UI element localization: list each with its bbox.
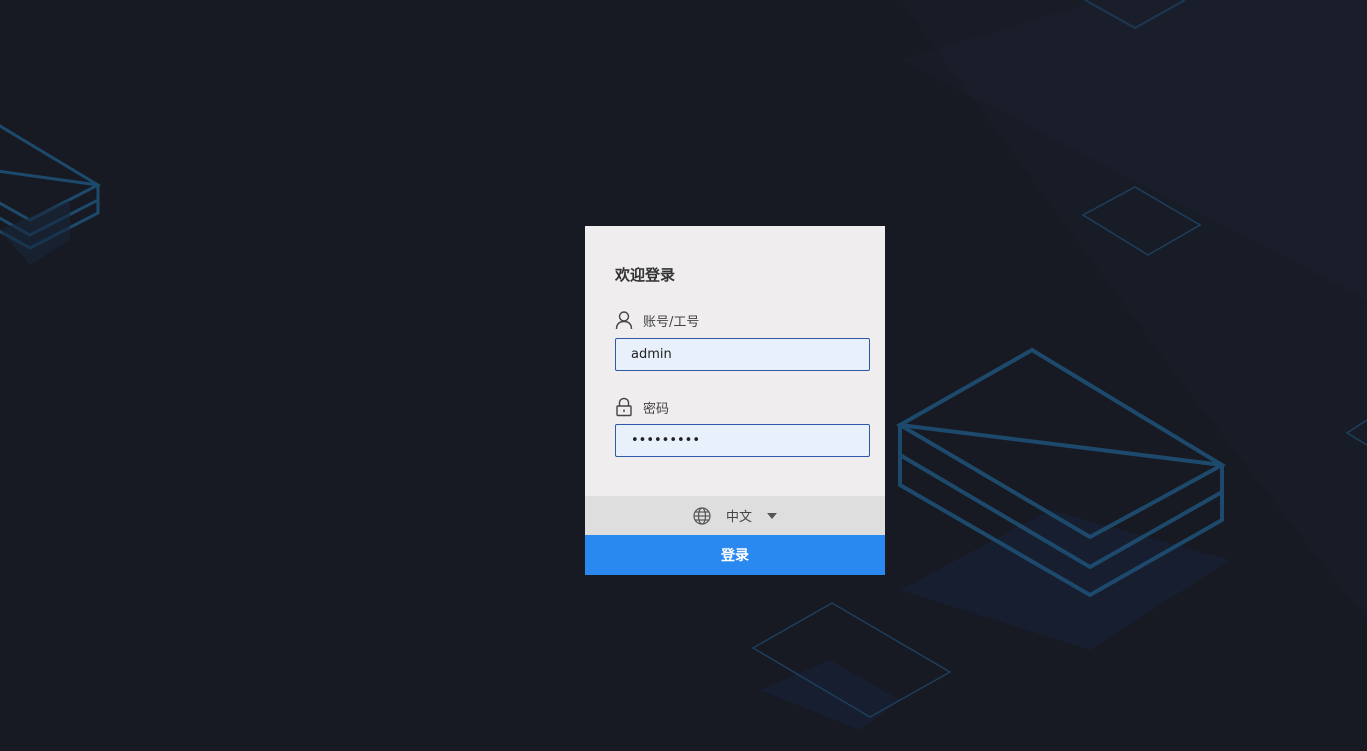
- login-card: 欢迎登录 账号/工号 密码: [585, 226, 885, 575]
- account-input[interactable]: [615, 338, 870, 371]
- globe-icon: [693, 506, 711, 525]
- lock-icon: [615, 397, 633, 417]
- user-icon: [615, 310, 633, 330]
- caret-down-icon: [767, 512, 777, 519]
- account-label: 账号/工号: [643, 314, 700, 330]
- language-selector[interactable]: 中文: [585, 496, 885, 535]
- password-input[interactable]: [615, 424, 870, 457]
- login-title: 欢迎登录: [615, 266, 676, 284]
- login-button[interactable]: 登录: [585, 535, 885, 575]
- password-label-row: 密码: [615, 397, 669, 417]
- password-label: 密码: [643, 401, 670, 417]
- language-value: 中文: [725, 510, 752, 525]
- account-label-row: 账号/工号: [615, 310, 699, 330]
